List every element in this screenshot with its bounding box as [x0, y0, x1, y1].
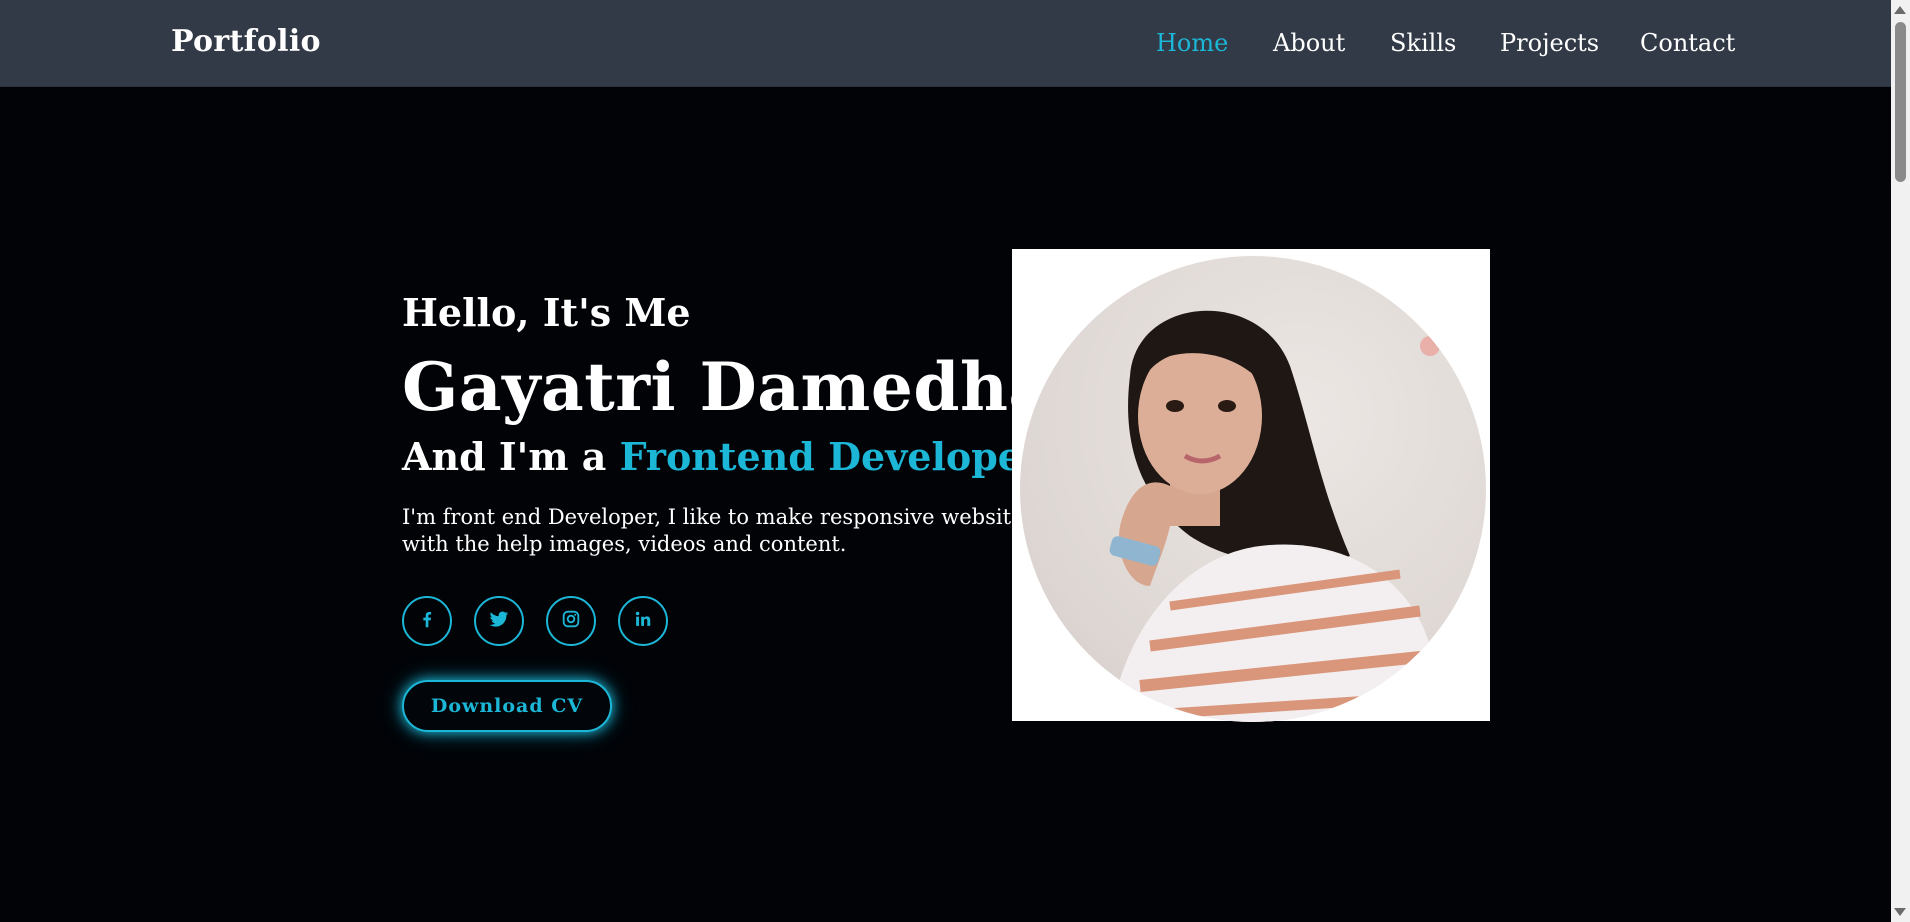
page: Portfolio Home About Skills Projects Con…: [0, 0, 1891, 922]
scroll-down-arrow-icon[interactable]: [1894, 908, 1906, 916]
facebook-icon: [416, 608, 438, 634]
profile-photo: [1020, 256, 1486, 722]
profile-photo-illustration: [1109, 310, 1441, 722]
scroll-up-arrow-icon[interactable]: [1894, 6, 1906, 14]
instagram-icon: [560, 608, 582, 634]
hero-name: Gayatri Damedhar: [402, 348, 1088, 426]
hero-greeting: Hello, It's Me: [402, 290, 691, 335]
nav-about[interactable]: About: [1273, 29, 1345, 57]
download-cv-button[interactable]: Download CV: [402, 680, 612, 732]
profile-photo-frame: [1012, 249, 1490, 722]
nav-projects[interactable]: Projects: [1500, 29, 1599, 57]
role-prefix: And I'm a: [402, 434, 620, 479]
linkedin-icon: [632, 608, 654, 634]
linkedin-link[interactable]: [618, 596, 668, 646]
navbar: Portfolio Home About Skills Projects Con…: [0, 0, 1891, 87]
facebook-link[interactable]: [402, 596, 452, 646]
instagram-link[interactable]: [546, 596, 596, 646]
nav-contact[interactable]: Contact: [1640, 29, 1735, 57]
hero-role: And I'm a Frontend Developer|: [402, 434, 1056, 479]
nav-skills[interactable]: Skills: [1390, 29, 1456, 57]
twitter-icon: [488, 608, 510, 634]
role-highlight: Frontend Developer|: [619, 434, 1056, 479]
brand-logo[interactable]: Portfolio: [171, 24, 321, 59]
hero-bio: I'm front end Developer, I like to make …: [402, 505, 1035, 556]
vertical-scrollbar[interactable]: [1891, 0, 1910, 922]
nav-home[interactable]: Home: [1156, 29, 1228, 57]
twitter-link[interactable]: [474, 596, 524, 646]
scrollbar-thumb[interactable]: [1895, 22, 1906, 182]
